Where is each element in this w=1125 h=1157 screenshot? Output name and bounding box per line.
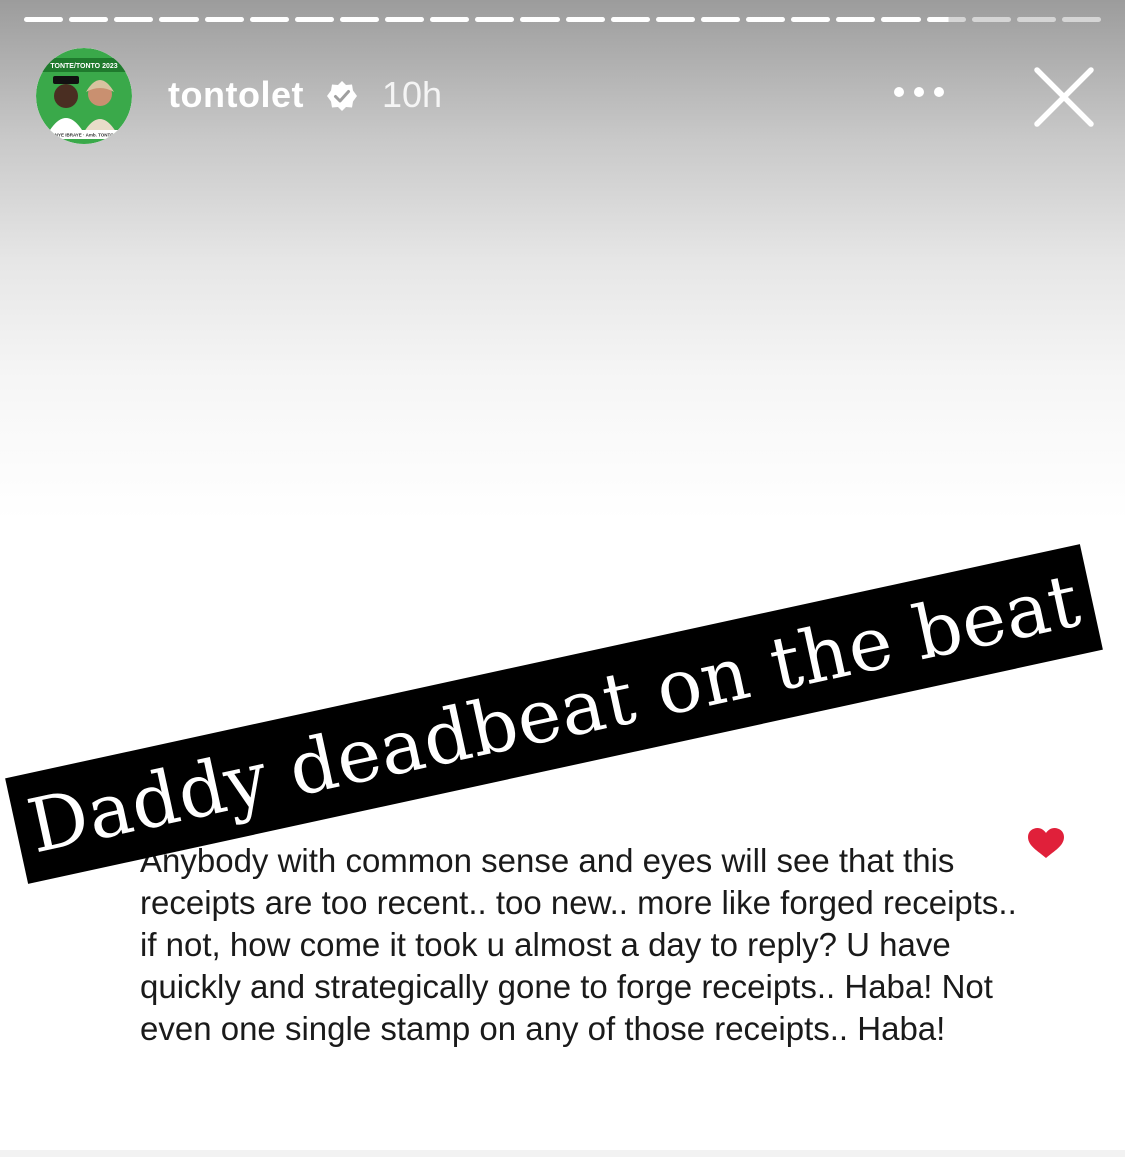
progress-segment bbox=[1016, 17, 1056, 22]
post-time: 10h bbox=[382, 74, 443, 115]
progress-segment bbox=[971, 17, 1011, 22]
progress-segment bbox=[385, 17, 425, 22]
progress-segment bbox=[520, 17, 560, 22]
progress-segment bbox=[69, 17, 109, 22]
progress-segment bbox=[430, 17, 470, 22]
progress-segment bbox=[159, 17, 199, 22]
progress-segment bbox=[746, 17, 786, 22]
progress-segment bbox=[294, 17, 334, 22]
progress-segment bbox=[1061, 17, 1101, 22]
progress-segment bbox=[475, 17, 515, 22]
avatar-banner-text: TONTE/TONTO 2023 bbox=[50, 63, 117, 70]
profile-avatar[interactable]: TONTE/TONTO 2023 TONYE IBRAYE · Amb. TON… bbox=[36, 48, 132, 144]
comment-divider bbox=[0, 1150, 1125, 1157]
progress-segment bbox=[24, 17, 64, 22]
more-horizontal-icon[interactable] bbox=[893, 86, 945, 98]
username[interactable]: tontolet bbox=[168, 74, 304, 116]
progress-segment bbox=[114, 17, 154, 22]
progress-segment bbox=[655, 17, 695, 22]
comment-screenshot: Anybody with common sense and eyes will … bbox=[0, 800, 1125, 1151]
progress-segment bbox=[791, 17, 831, 22]
progress-segment bbox=[249, 17, 289, 22]
avatar-image: TONTE/TONTO 2023 TONYE IBRAYE · Amb. TON… bbox=[36, 48, 132, 144]
heart-icon bbox=[1028, 828, 1064, 858]
progress-segment bbox=[700, 17, 740, 22]
sticker-text: Daddy deadbeat on the beat bbox=[20, 557, 1088, 871]
progress-segment bbox=[610, 17, 650, 22]
progress-segment bbox=[881, 17, 921, 22]
progress-segment bbox=[836, 17, 876, 22]
verified-badge-icon bbox=[327, 81, 357, 111]
progress-segment bbox=[926, 17, 966, 22]
avatar-footer-text: TONYE IBRAYE · Amb. TONTO DI bbox=[49, 133, 120, 138]
story-progress-bar bbox=[24, 17, 1101, 23]
close-icon[interactable] bbox=[1033, 66, 1095, 128]
progress-segment bbox=[204, 17, 244, 22]
progress-segment bbox=[565, 17, 605, 22]
progress-segment bbox=[339, 17, 379, 22]
comment-text: Anybody with common sense and eyes will … bbox=[140, 842, 1017, 1047]
story-header: TONTE/TONTO 2023 TONYE IBRAYE · Amb. TON… bbox=[34, 44, 1095, 148]
